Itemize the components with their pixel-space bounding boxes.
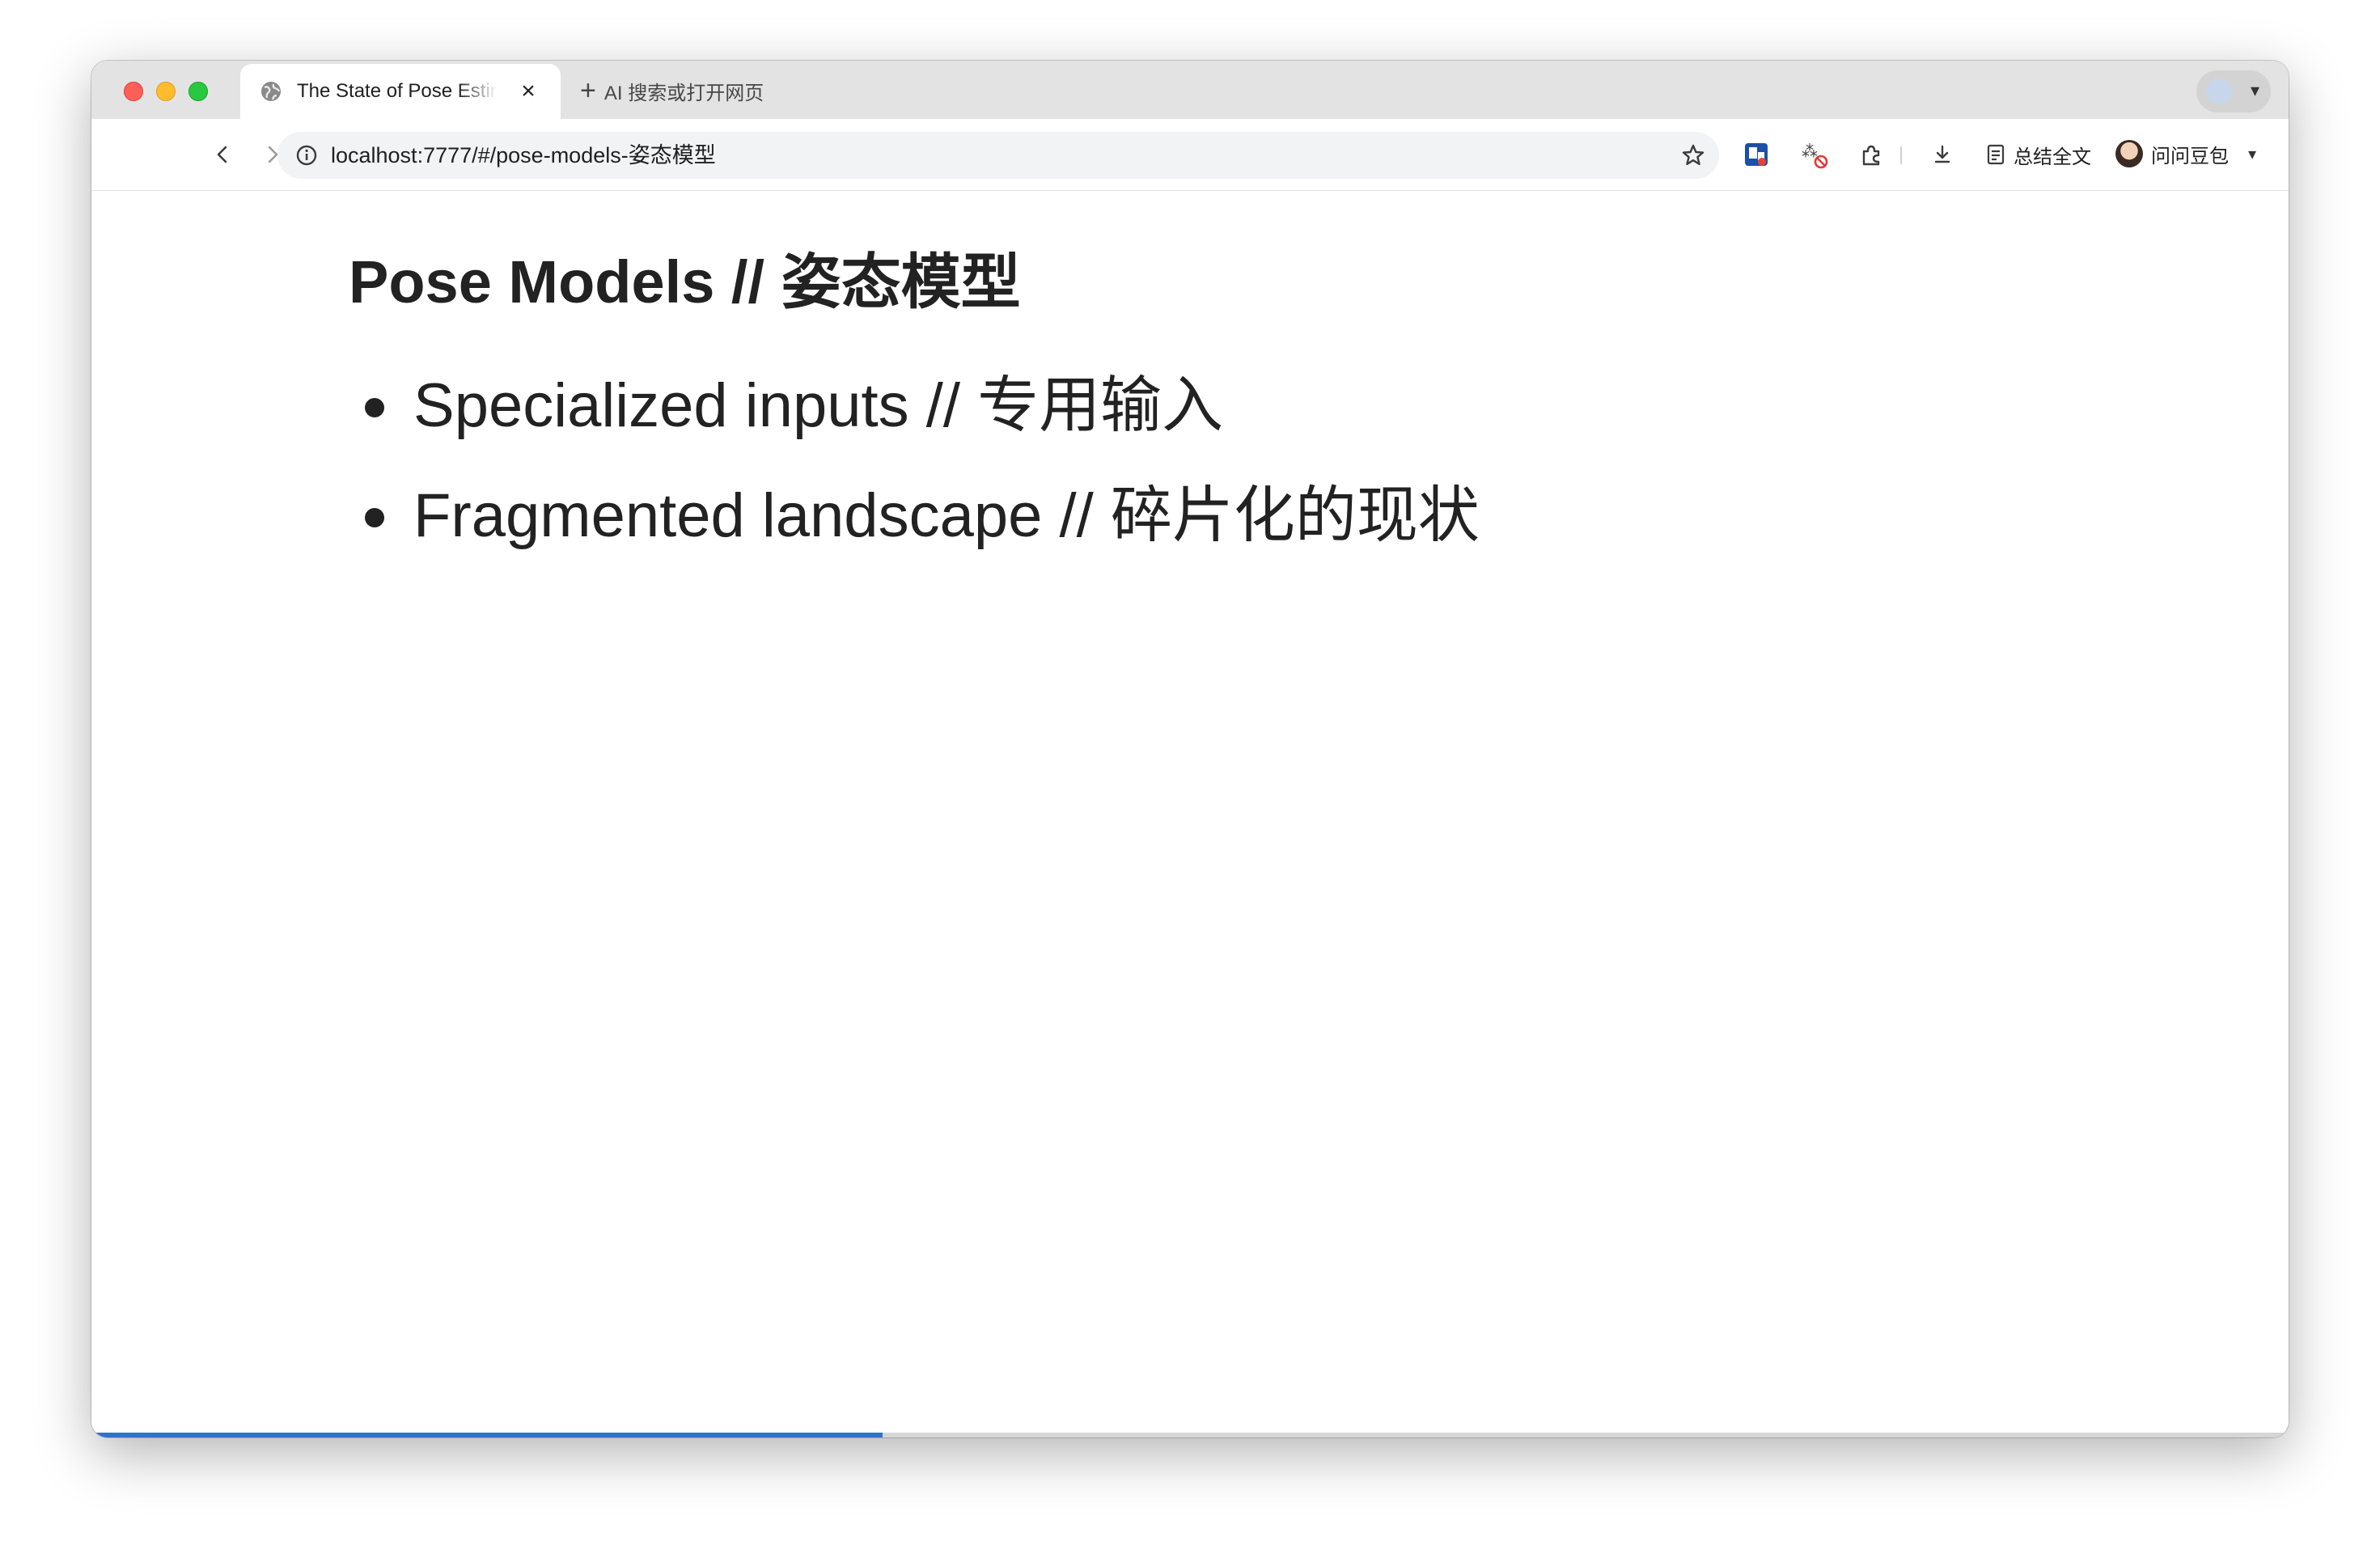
url-text[interactable]: localhost:7777/#/pose-models-姿态模型 [331, 143, 716, 167]
summarize-label: 总结全文 [2014, 146, 2091, 168]
slide-page: Pose Models // 姿态模型 Specialized inputs /… [91, 191, 2289, 1437]
tab-active[interactable]: The State of Pose Estimation × [240, 64, 561, 119]
address-bar[interactable]: localhost:7777/#/pose-models-姿态模型 [277, 132, 1719, 179]
toolbar-separator [1900, 146, 1902, 164]
document-icon [1987, 144, 2005, 165]
bullet-item: Specialized inputs // 专用输入 [349, 367, 1480, 477]
extension-translate-icon[interactable] [1738, 137, 1774, 172]
download-icon[interactable] [1925, 137, 1960, 172]
profile-avatar-icon [2206, 78, 2232, 104]
chevron-down-icon: ▾ [2250, 80, 2259, 100]
bullet-text: Specialized inputs // 专用输入 [413, 371, 1224, 440]
bullet-item: Fragmented landscape // 碎片化的现状 [349, 477, 1480, 587]
profile-menu-button[interactable]: ▾ [2196, 70, 2271, 112]
doubao-label: 问问豆包 [2151, 145, 2229, 167]
new-tab-button[interactable]: + AI 搜索或打开网页 [580, 75, 764, 106]
bullet-text: Fragmented landscape // 碎片化的现状 [413, 481, 1480, 550]
slide-bullet-list: Specialized inputs // 专用输入 Fragmented la… [349, 367, 1480, 587]
bookmark-star-icon[interactable] [1680, 142, 1706, 168]
doubao-assistant-button[interactable]: 问问豆包 ▾ [2115, 135, 2256, 172]
svg-text:⁂: ⁂ [1802, 142, 1818, 161]
info-icon[interactable] [295, 144, 318, 167]
tab-strip: The State of Pose Estimation × + AI 搜索或打… [91, 61, 2289, 119]
translate-disabled-icon[interactable]: ⁂ [1797, 137, 1832, 172]
back-button[interactable] [205, 137, 240, 172]
extensions-puzzle-icon[interactable] [1853, 137, 1889, 172]
bullet-dot-icon [365, 508, 384, 527]
doubao-avatar-icon [2115, 140, 2143, 167]
browser-window: The State of Pose Estimation × + AI 搜索或打… [91, 61, 2289, 1437]
tab-close-icon[interactable]: × [515, 78, 541, 104]
browser-toolbar: localhost:7777/#/pose-models-姿态模型 ⁂ 总结全文… [91, 119, 2289, 191]
slide-progress-bar [91, 1433, 2289, 1437]
tab-title: The State of Pose Estimation [297, 80, 498, 102]
new-tab-label: AI 搜索或打开网页 [603, 82, 764, 104]
summarize-page-button[interactable]: 总结全文 [1984, 138, 2091, 171]
plus-icon: + [580, 75, 596, 106]
chevron-down-icon[interactable]: ▾ [2248, 144, 2256, 164]
back-arrow-icon [217, 146, 227, 163]
slide-progress-fill [91, 1433, 883, 1437]
maximize-window-button[interactable] [188, 82, 208, 101]
bullet-dot-icon [365, 398, 384, 417]
minimize-window-button[interactable] [156, 82, 176, 101]
close-window-button[interactable] [124, 82, 143, 101]
slide-title: Pose Models // 姿态模型 [349, 248, 1021, 315]
globe-icon [261, 82, 281, 101]
